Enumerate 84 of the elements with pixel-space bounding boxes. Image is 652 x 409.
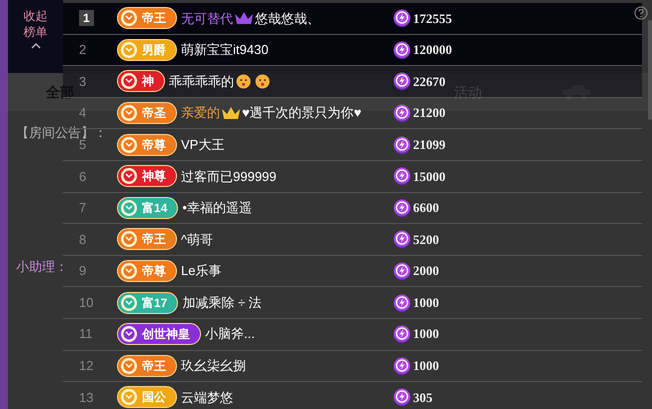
lightning-coin-icon [393, 262, 411, 280]
user-name: ^萌哥 [181, 230, 214, 249]
user-name: 加减乘除 ÷ 法 [182, 294, 262, 312]
rank-badge: 帝王 [117, 354, 177, 377]
contribution-value: 172555 [413, 10, 452, 28]
contribution-value: 6600 [413, 199, 439, 218]
rank-badge: 帝尊 [117, 134, 177, 156]
user-name: 过客而已999999 [181, 168, 276, 186]
contribution-value: 305 [413, 388, 432, 407]
lightning-coin-icon [393, 388, 411, 406]
lightning-coin-icon [393, 294, 411, 312]
rank-badge: 神尊 [117, 165, 177, 188]
scrollbar[interactable] [648, 20, 652, 120]
lightning-coin-icon [393, 356, 411, 375]
badge-emblem-icon [120, 72, 138, 90]
rank-badge: 男爵 [117, 38, 177, 61]
user-name: 无可替代 [181, 10, 233, 28]
contribution-value: 22670 [413, 72, 446, 91]
rank-number: 2 [79, 41, 86, 60]
badge-emblem-icon [120, 136, 138, 154]
user-name: 玖幺柒幺捌 [181, 357, 246, 376]
lightning-coin-icon [393, 40, 411, 59]
contribution-value: 5200 [413, 230, 439, 249]
rank-badge: 帝王 [117, 7, 177, 30]
rank-badge: 帝王 [117, 228, 177, 250]
badge-emblem-icon [120, 40, 138, 59]
rank-badge: 富14 [117, 196, 178, 219]
car-icon [560, 84, 592, 100]
contribution-value: 1000 [413, 294, 439, 312]
user-name: 悠哉悠哉、 [255, 10, 320, 28]
contribution-value: 15000 [413, 168, 446, 186]
badge-emblem-icon [120, 262, 138, 280]
rank-number: 10 [79, 294, 94, 312]
assistant-label: 小助理： [16, 258, 68, 276]
user-name: VP大王 [181, 136, 224, 154]
lightning-coin-icon [393, 230, 411, 248]
lightning-coin-icon [393, 9, 411, 28]
badge-emblem-icon [120, 356, 138, 375]
lightning-coin-icon [393, 167, 411, 186]
rank-badge: 帝圣 [117, 102, 177, 124]
rank-number: 7 [79, 199, 86, 218]
rank-number: 8 [79, 230, 86, 249]
rank-number: 9 [79, 262, 86, 280]
badge-emblem-icon [120, 104, 138, 122]
badge-emblem-icon [120, 198, 138, 217]
contribution-value: 21200 [413, 104, 446, 122]
contribution-value: 21099 [413, 136, 446, 154]
lightning-coin-icon [393, 104, 411, 122]
user-name: 亲爱的 [181, 104, 220, 122]
rank-number: 12 [79, 357, 94, 376]
lightning-coin-icon [393, 325, 411, 344]
lightning-coin-icon [393, 72, 411, 90]
rank-number: 13 [79, 388, 94, 407]
badge-emblem-icon [120, 9, 138, 28]
contribution-value: 120000 [413, 41, 452, 60]
rank-badge: 富17 [117, 292, 178, 314]
caret-up-icon [30, 42, 40, 50]
rank-badge: 帝尊 [117, 260, 177, 282]
rank-badge: 神 [117, 70, 165, 92]
badge-emblem-icon [120, 294, 138, 312]
rank-number: 11 [79, 325, 92, 344]
contribution-value: 1000 [413, 357, 439, 376]
rank-number: 1 [79, 10, 94, 26]
rank-number: 4 [79, 104, 86, 122]
lightning-coin-icon [393, 198, 411, 217]
contribution-value: 1000 [413, 325, 439, 344]
user-name: ♥遇千次的景只为你♥ [242, 104, 362, 122]
rank-number: 6 [79, 168, 86, 186]
lightning-coin-icon [393, 136, 411, 154]
user-name: 云端梦悠 [181, 388, 233, 407]
user-name: Le乐事 [181, 262, 222, 280]
rank-badge: 创世神皇 [117, 323, 201, 346]
badge-emblem-icon [120, 230, 138, 248]
rank-badge: 国公 [117, 386, 177, 408]
user-name: 小脑斧... [205, 325, 255, 344]
badge-emblem-icon [120, 388, 138, 406]
user-name: 萌新宝宝it9430 [181, 41, 268, 60]
contribution-value: 2000 [413, 262, 439, 280]
rank-number: 3 [79, 72, 86, 91]
badge-emblem-icon [120, 167, 138, 186]
user-name: 乖乖乖乖的 [169, 72, 234, 91]
help-icon[interactable] [634, 6, 648, 20]
badge-emblem-icon [120, 325, 138, 344]
user-name: •幸福的遥遥 [182, 199, 252, 218]
